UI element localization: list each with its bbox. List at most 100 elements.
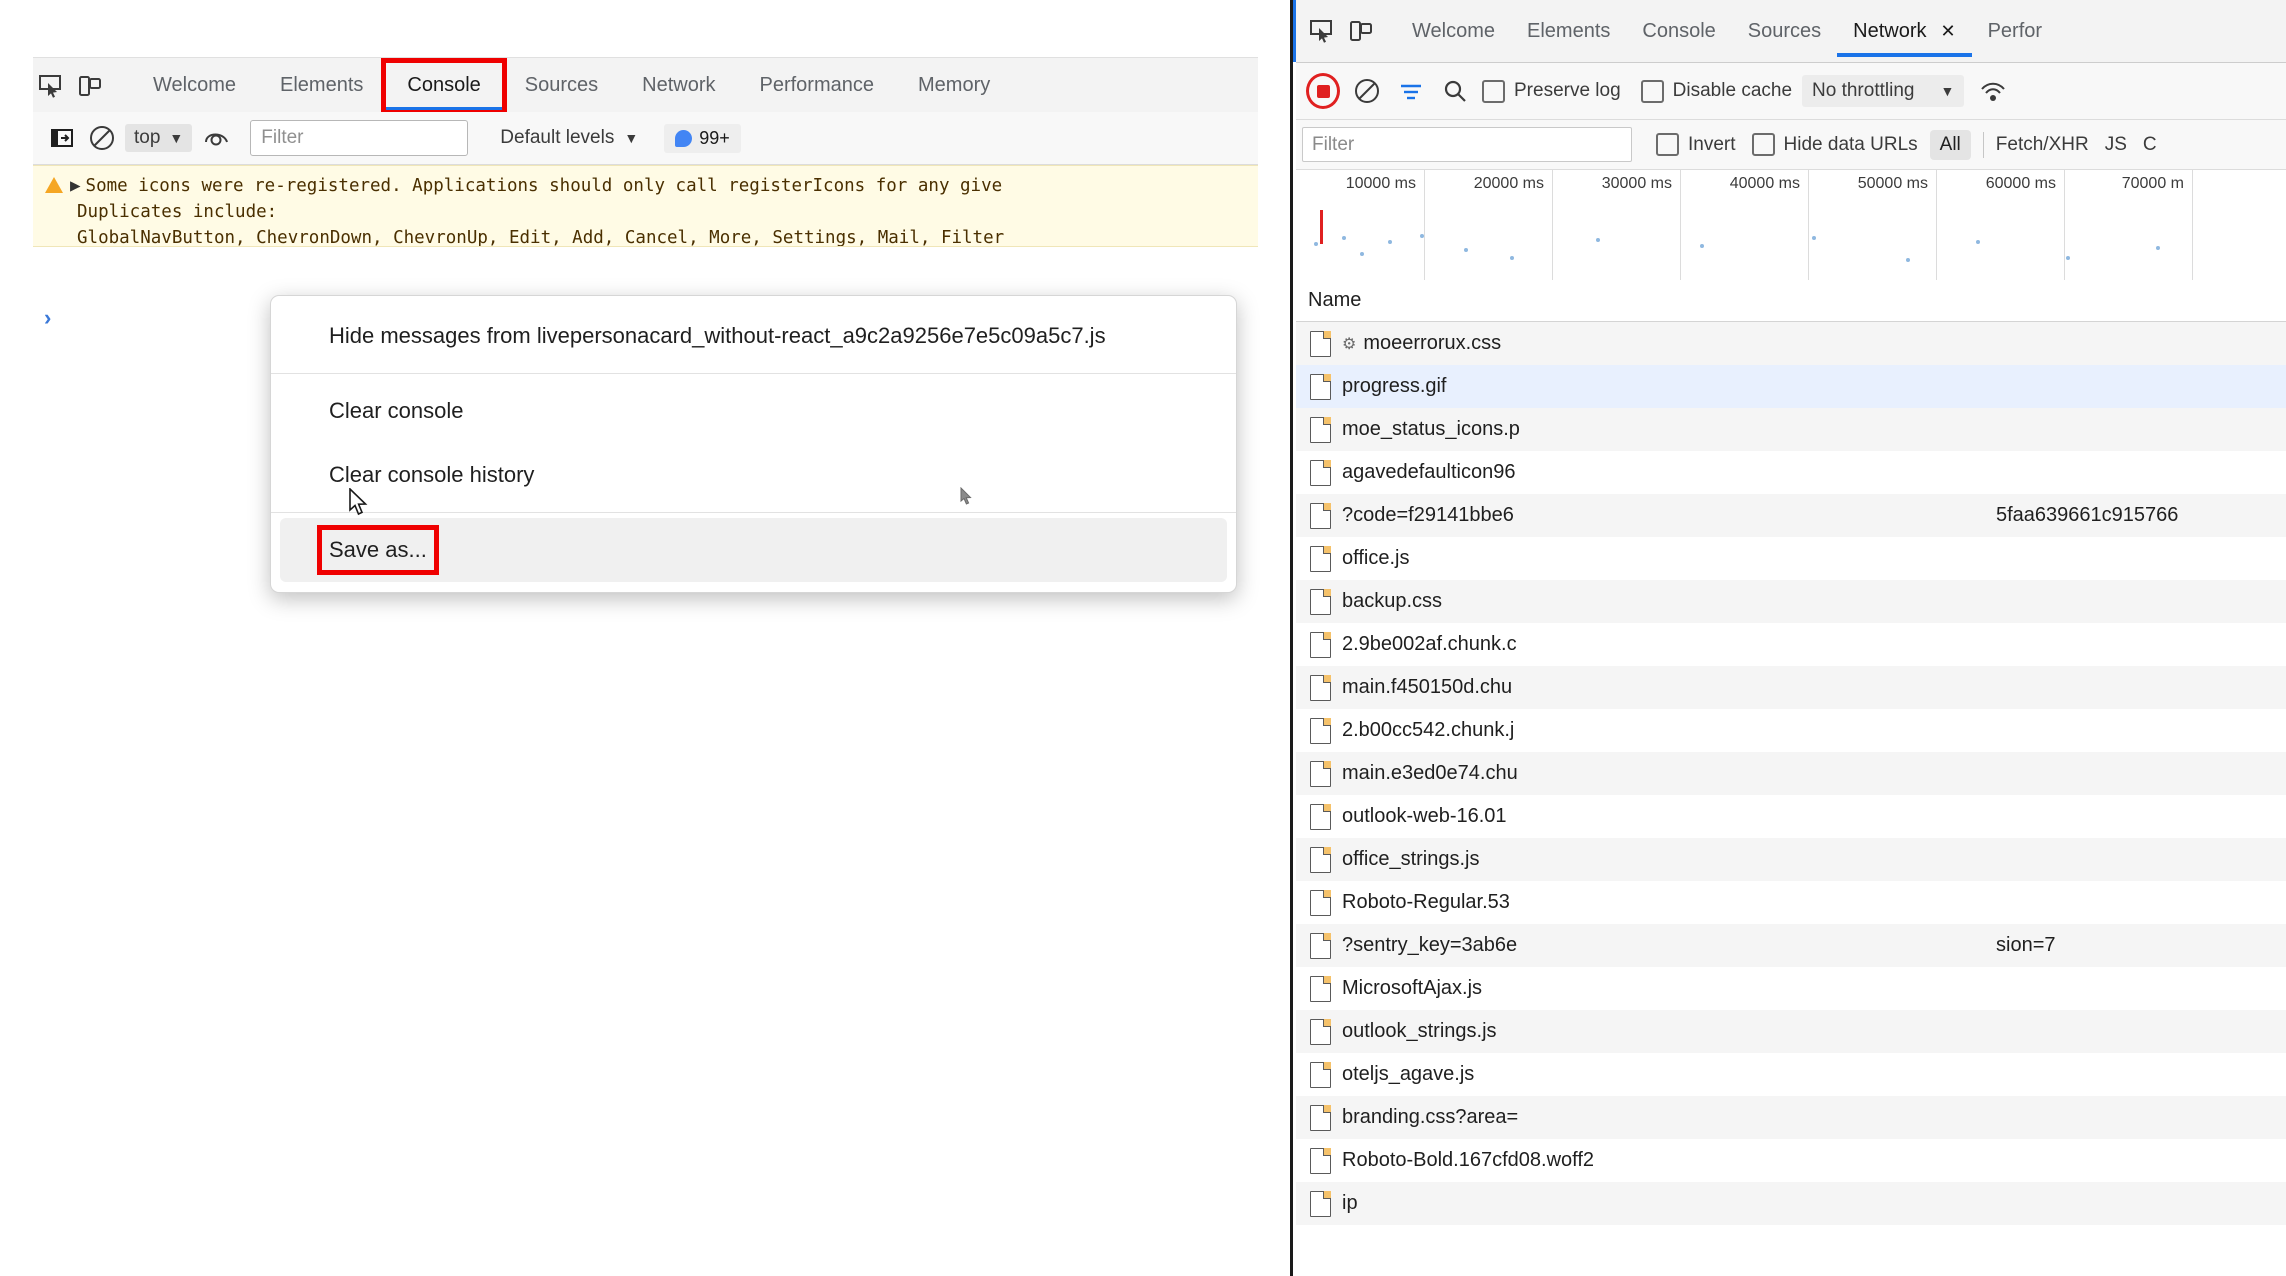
network-request-row[interactable]: main.e3ed0e74.chu <box>1296 752 2286 795</box>
device-toolbar-icon[interactable] <box>1344 14 1378 48</box>
issue-dot-icon <box>675 130 692 147</box>
right-tab-welcome[interactable]: Welcome <box>1396 14 1511 49</box>
resource-type-js[interactable]: JS <box>2105 134 2127 156</box>
disable-cache-checkbox[interactable]: Disable cache <box>1641 80 1792 103</box>
search-icon[interactable] <box>1438 74 1472 108</box>
left-tab-console[interactable]: Console <box>385 68 502 103</box>
request-name: oteljs_agave.js <box>1342 1063 1474 1086</box>
device-toolbar-icon[interactable] <box>73 69 107 103</box>
console-menu-item-save-as[interactable]: Save as... <box>280 518 1227 582</box>
throttling-select[interactable]: No throttling ▼ <box>1802 75 1964 107</box>
console-sidebar-icon[interactable] <box>45 121 79 155</box>
close-icon[interactable]: ✕ <box>1941 21 1956 41</box>
timeline-tick: 30000 ms <box>1552 170 1681 280</box>
invert-label: Invert <box>1688 134 1736 156</box>
log-levels-value: Default levels <box>500 127 614 149</box>
network-request-row[interactable]: agavedefaulticon96 <box>1296 451 2286 494</box>
network-request-row[interactable]: backup.css <box>1296 580 2286 623</box>
request-name: backup.css <box>1342 590 1442 613</box>
network-request-row[interactable]: ?sentry_key=3ab6esion=7 <box>1296 924 2286 967</box>
execution-context-select[interactable]: top ▼ <box>125 124 192 152</box>
network-request-row[interactable]: progress.gif <box>1296 365 2286 408</box>
invert-checkbox[interactable]: Invert <box>1656 133 1736 156</box>
network-request-row[interactable]: main.f450150d.chu <box>1296 666 2286 709</box>
network-filter-input[interactable]: Filter <box>1302 127 1632 162</box>
network-request-row[interactable]: ip <box>1296 1182 2286 1225</box>
chevron-down-icon: ▼ <box>1940 83 1954 99</box>
request-name: outlook_strings.js <box>1342 1020 1497 1043</box>
left-tab-performance[interactable]: Performance <box>738 68 897 103</box>
resource-type-all[interactable]: All <box>1930 130 1971 160</box>
resource-type-fetch-xhr[interactable]: Fetch/XHR <box>1996 134 2089 156</box>
preserve-log-checkbox[interactable]: Preserve log <box>1482 80 1621 103</box>
resource-type-c[interactable]: C <box>2143 134 2157 156</box>
request-name: ?code=f29141bbe6 <box>1342 504 1514 527</box>
left-tab-sources[interactable]: Sources <box>503 68 620 103</box>
left-console-toolbar: top ▼ Filter Default levels ▼ 99+ <box>33 112 1258 165</box>
right-tab-network[interactable]: Network✕ <box>1837 14 1971 49</box>
menu-item-label: Clear console history <box>329 462 534 488</box>
network-conditions-icon[interactable] <box>1976 74 2010 108</box>
network-request-row[interactable]: Roboto-Bold.167cfd08.woff2 <box>1296 1139 2286 1182</box>
network-request-row[interactable]: Roboto-Regular.53 <box>1296 881 2286 924</box>
network-request-row[interactable]: outlook-web-16.01 <box>1296 795 2286 838</box>
network-request-row[interactable]: 2.9be002af.chunk.c <box>1296 623 2286 666</box>
network-request-row[interactable]: moe_status_icons.p <box>1296 408 2286 451</box>
network-request-row[interactable]: ?code=f29141bbe65faa639661c915766 <box>1296 494 2286 537</box>
clear-network-log-icon[interactable] <box>1350 74 1384 108</box>
network-request-row[interactable]: MicrosoftAjax.js <box>1296 967 2286 1010</box>
network-timeline-overview[interactable]: 10000 ms20000 ms30000 ms40000 ms50000 ms… <box>1296 170 2286 281</box>
font-file-icon <box>1310 890 1331 916</box>
left-tab-network[interactable]: Network <box>620 68 737 103</box>
live-expression-eye-icon[interactable] <box>200 121 234 155</box>
issues-counter-badge[interactable]: 99+ <box>664 124 741 153</box>
right-tab-sources[interactable]: Sources <box>1732 14 1837 49</box>
network-request-row[interactable]: office_strings.js <box>1296 838 2286 881</box>
dom-content-loaded-marker <box>1320 210 1323 244</box>
network-request-row[interactable]: 2.b00cc542.chunk.j <box>1296 709 2286 752</box>
gear-icon: ⚙ <box>1342 334 1356 354</box>
timeline-tick-label: 30000 ms <box>1602 175 1672 193</box>
menu-separator <box>271 512 1236 513</box>
css-file-icon <box>1310 589 1331 615</box>
left-tab-memory[interactable]: Memory <box>896 68 1012 103</box>
console-menu-item-clear-console[interactable]: Clear console <box>271 379 1236 443</box>
console-menu-item-clear-console-history[interactable]: Clear console history <box>271 443 1236 507</box>
hide-data-urls-checkbox[interactable]: Hide data URLs <box>1752 133 1918 156</box>
network-table-header[interactable]: Name <box>1296 280 2286 322</box>
log-levels-select[interactable]: Default levels ▼ <box>500 127 638 149</box>
tab-label: Welcome <box>1412 20 1495 42</box>
warning-text-primary: Some icons were re-registered. Applicati… <box>86 176 1003 196</box>
console-warning-line-1: ▶Some icons were re-registered. Applicat… <box>45 173 1258 199</box>
left-tab-elements[interactable]: Elements <box>258 68 385 103</box>
right-tab-console[interactable]: Console <box>1626 14 1731 49</box>
console-input-prompt-chevron[interactable]: › <box>44 305 51 331</box>
network-request-row[interactable]: ⚙moeerrorux.css <box>1296 322 2286 365</box>
network-toolbar: Preserve log Disable cache No throttling… <box>1296 63 2286 120</box>
request-name: MicrosoftAjax.js <box>1342 977 1482 1000</box>
request-name: Roboto-Bold.167cfd08.woff2 <box>1342 1149 1594 1172</box>
filter-toggle-icon[interactable] <box>1394 74 1428 108</box>
right-tab-perfor[interactable]: Perfor <box>1972 14 2058 49</box>
column-header-name: Name <box>1308 289 1361 312</box>
clear-console-icon[interactable] <box>85 121 119 155</box>
network-request-list[interactable]: ⚙moeerrorux.cssprogress.gifmoe_status_ic… <box>1296 322 2286 1276</box>
console-filter-input[interactable]: Filter <box>250 120 468 156</box>
record-button[interactable] <box>1306 74 1340 108</box>
css-file-icon <box>1310 675 1331 701</box>
right-tab-elements[interactable]: Elements <box>1511 14 1626 49</box>
console-warning-message[interactable]: ▶Some icons were re-registered. Applicat… <box>33 165 1258 247</box>
network-request-row[interactable]: outlook_strings.js <box>1296 1010 2286 1053</box>
network-request-row[interactable]: branding.css?area= <box>1296 1096 2286 1139</box>
timeline-tick: 60000 ms <box>1936 170 2065 280</box>
right-tab-list: Welcome ElementsConsoleSourcesNetwork✕Per… <box>1396 14 2058 49</box>
inspect-element-icon[interactable] <box>1304 14 1338 48</box>
left-tab-welcome[interactable]: Welcome <box>131 68 258 103</box>
script-file-icon <box>1310 847 1331 873</box>
timeline-tick-label: 60000 ms <box>1986 175 2056 193</box>
network-request-row[interactable]: oteljs_agave.js <box>1296 1053 2286 1096</box>
inspect-element-icon[interactable] <box>33 69 67 103</box>
expand-arrow-icon[interactable]: ▶ <box>70 176 81 196</box>
console-menu-item-hide-messages-from-livepersonacard-without-react-a9c2a9256e7e5c09a5c7-js[interactable]: Hide messages from livepersonacard_witho… <box>271 304 1236 368</box>
network-request-row[interactable]: office.js <box>1296 537 2286 580</box>
